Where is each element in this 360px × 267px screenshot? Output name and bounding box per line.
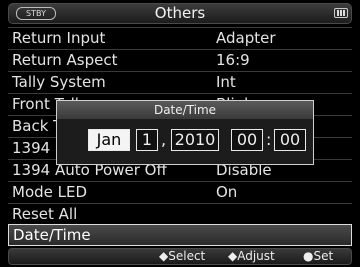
hour-field[interactable]: 00 (231, 129, 263, 151)
camera-menu-screen: STBY Others Return Input Adapter Return … (0, 0, 360, 267)
footer-hint-bar: ◆Select ◆Adjust ●Set (8, 248, 352, 265)
select-hint: ◆Select (159, 249, 206, 263)
menu-item-return-aspect[interactable]: Return Aspect 16:9 (8, 49, 352, 71)
menu-item-label: Return Input (12, 29, 106, 47)
menu-item-label: Tally System (12, 73, 106, 91)
page-title: Others (154, 4, 206, 22)
menu-item-label: Return Aspect (12, 51, 118, 69)
menu-item-value: Int (216, 73, 236, 91)
menu-item-value: 16:9 (216, 51, 250, 69)
month-field[interactable]: Jan (88, 129, 130, 151)
battery-icon (334, 8, 348, 18)
menu-item-label: 1394 (12, 139, 51, 157)
menu-item-label: Date/Time (13, 226, 91, 244)
set-hint: ●Set (303, 249, 334, 263)
date-separator: , (161, 130, 167, 149)
adjust-hint: ◆Adjust (228, 249, 275, 263)
menu-item-value: On (216, 183, 238, 201)
dialog-title: Date/Time (57, 101, 313, 119)
menu-item-label: Reset All (12, 205, 78, 223)
menu-item-return-input[interactable]: Return Input Adapter (8, 27, 352, 49)
menu-item-date-time[interactable]: Date/Time (8, 224, 352, 246)
day-field[interactable]: 1 (136, 129, 158, 151)
year-field[interactable]: 2010 (171, 129, 219, 151)
menu-item-reset-all[interactable]: Reset All (8, 203, 352, 225)
time-separator: : (266, 130, 272, 149)
date-time-dialog: Date/Time Jan 1 , 2010 00 : 00 (56, 100, 314, 165)
menu-item-tally-system[interactable]: Tally System Int (8, 71, 352, 93)
header-bar: STBY Others (8, 3, 352, 24)
menu-item-value: Adapter (216, 29, 276, 47)
menu-item-mode-led[interactable]: Mode LED On (8, 181, 352, 203)
menu-item-label: Mode LED (12, 183, 88, 201)
minute-field[interactable]: 00 (274, 129, 306, 151)
